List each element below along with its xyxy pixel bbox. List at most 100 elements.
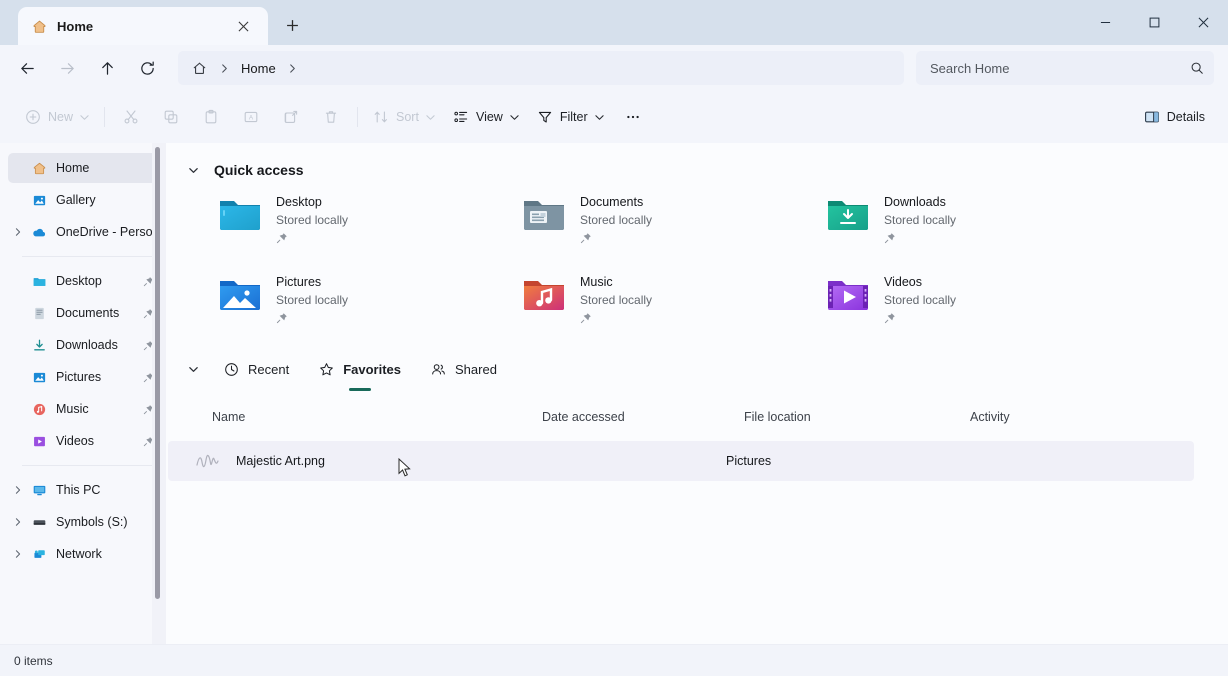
sidebar-item-gallery[interactable]: Gallery [8,185,160,215]
sidebar-scrollbar-thumb[interactable] [155,147,160,599]
copy-button[interactable] [151,100,191,134]
minimize-button[interactable] [1081,0,1130,45]
quick-access-text: Music Stored locally [580,271,652,329]
sidebar-item-downloads[interactable]: Downloads [8,330,160,360]
tab-shared[interactable]: Shared [419,352,509,386]
chevron-down-icon [510,113,519,122]
tab-strip: Home [0,0,308,45]
sidebar-item-videos[interactable]: Videos [8,426,160,456]
rename-button[interactable]: A [231,100,271,134]
share-button[interactable] [271,100,311,134]
rename-icon: A [243,109,259,125]
file-name-cell[interactable]: Majestic Art.png [194,448,524,474]
search-placeholder: Search Home [930,61,1190,76]
home-icon [28,161,50,176]
quick-access-subtitle: Stored locally [884,213,956,227]
sidebar-item-symbols-drive[interactable]: Symbols (S:) [8,507,160,537]
maximize-button[interactable] [1130,0,1179,45]
up-button[interactable] [88,51,126,85]
gallery-icon [28,193,50,208]
search-input[interactable]: Search Home [916,51,1214,85]
content-pane: Quick access Desktop Stored locally [166,143,1228,644]
column-header-name[interactable]: Name [212,410,542,424]
pin-icon[interactable] [580,311,652,329]
minimize-icon [1100,17,1111,28]
quick-access-header[interactable]: Quick access [166,155,1228,185]
tab-recent[interactable]: Recent [212,352,301,386]
delete-button[interactable] [311,100,351,134]
column-header-file-location[interactable]: File location [744,410,970,424]
new-button[interactable]: New [16,100,98,134]
quick-access-item-downloads[interactable]: Downloads Stored locally [826,191,1130,253]
quick-access-title: Quick access [214,162,304,178]
sidebar-item-music[interactable]: Music [8,394,160,424]
chevron-down-icon[interactable] [180,165,206,176]
chevron-down-icon [426,113,435,122]
column-header-activity[interactable]: Activity [970,410,1130,424]
sort-button[interactable]: Sort [364,100,444,134]
details-pane-button[interactable]: Details [1135,100,1214,134]
file-name-text: Majestic Art.png [236,454,325,468]
sidebar-item-this-pc[interactable]: This PC [8,475,160,505]
tab-home[interactable]: Home [18,7,268,45]
view-icon [453,109,469,125]
sidebar-item-label: Home [56,161,154,175]
sidebar-item-onedrive[interactable]: OneDrive - Perso [8,217,160,247]
pin-icon[interactable] [276,311,348,329]
title-bar: Home [0,0,1228,45]
sidebar-item-desktop[interactable]: Desktop [8,266,160,296]
see-more-button[interactable] [613,100,653,134]
cut-button[interactable] [111,100,151,134]
mouse-cursor [398,458,412,478]
this-pc-icon [28,483,50,498]
column-header-date-accessed[interactable]: Date accessed [542,410,744,424]
pin-icon[interactable] [884,231,956,249]
quick-access-item-music[interactable]: Music Stored locally [522,271,826,333]
sort-button-label: Sort [396,110,419,124]
downloads-icon [28,338,50,353]
network-icon [28,547,50,562]
quick-access-item-pictures[interactable]: Pictures Stored locally [218,271,522,333]
file-location-cell: Pictures [726,454,952,468]
chevron-right-icon[interactable] [8,228,28,236]
image-thumbnail-icon [194,448,224,474]
view-button[interactable]: View [444,100,528,134]
sidebar-item-pictures[interactable]: Pictures [8,362,160,392]
search-icon[interactable] [1190,61,1204,75]
sidebar-item-label: Gallery [56,193,154,207]
breadcrumb-item-home[interactable]: Home [236,61,281,76]
quick-access-item-desktop[interactable]: Desktop Stored locally [218,191,522,253]
chevron-right-icon[interactable] [284,64,302,73]
tab-favorites[interactable]: Favorites [307,352,413,386]
sidebar-item-network[interactable]: Network [8,539,160,569]
chevron-right-icon[interactable] [8,550,28,558]
close-button[interactable] [1179,0,1228,45]
chevron-right-icon[interactable] [8,518,28,526]
refresh-button[interactable] [128,51,166,85]
breadcrumb-home-icon[interactable] [186,55,212,81]
sidebar-item-home[interactable]: Home [8,153,160,183]
sidebar-item-label: Network [56,547,154,561]
close-icon[interactable] [230,13,256,39]
forward-button[interactable] [48,51,86,85]
chevron-down-icon[interactable] [180,364,206,375]
paste-icon [203,109,219,125]
sidebar-item-documents[interactable]: Documents [8,298,160,328]
pin-icon[interactable] [580,231,652,249]
drive-icon [28,515,50,530]
pin-icon[interactable] [276,231,348,249]
back-button[interactable] [8,51,46,85]
copy-icon [163,109,179,125]
paste-button[interactable] [191,100,231,134]
pin-icon[interactable] [884,311,956,329]
chevron-down-icon [80,113,89,122]
music-folder-icon [522,274,566,312]
quick-access-item-videos[interactable]: Videos Stored locally [826,271,1130,333]
quick-access-item-documents[interactable]: Documents Stored locally [522,191,826,253]
breadcrumb[interactable]: Home [178,51,904,85]
filter-button[interactable]: Filter [528,100,613,134]
table-row[interactable]: Majestic Art.png Pictures [168,441,1194,481]
chevron-right-icon[interactable] [8,486,28,494]
new-tab-button[interactable] [276,9,308,41]
onedrive-icon [28,224,50,240]
